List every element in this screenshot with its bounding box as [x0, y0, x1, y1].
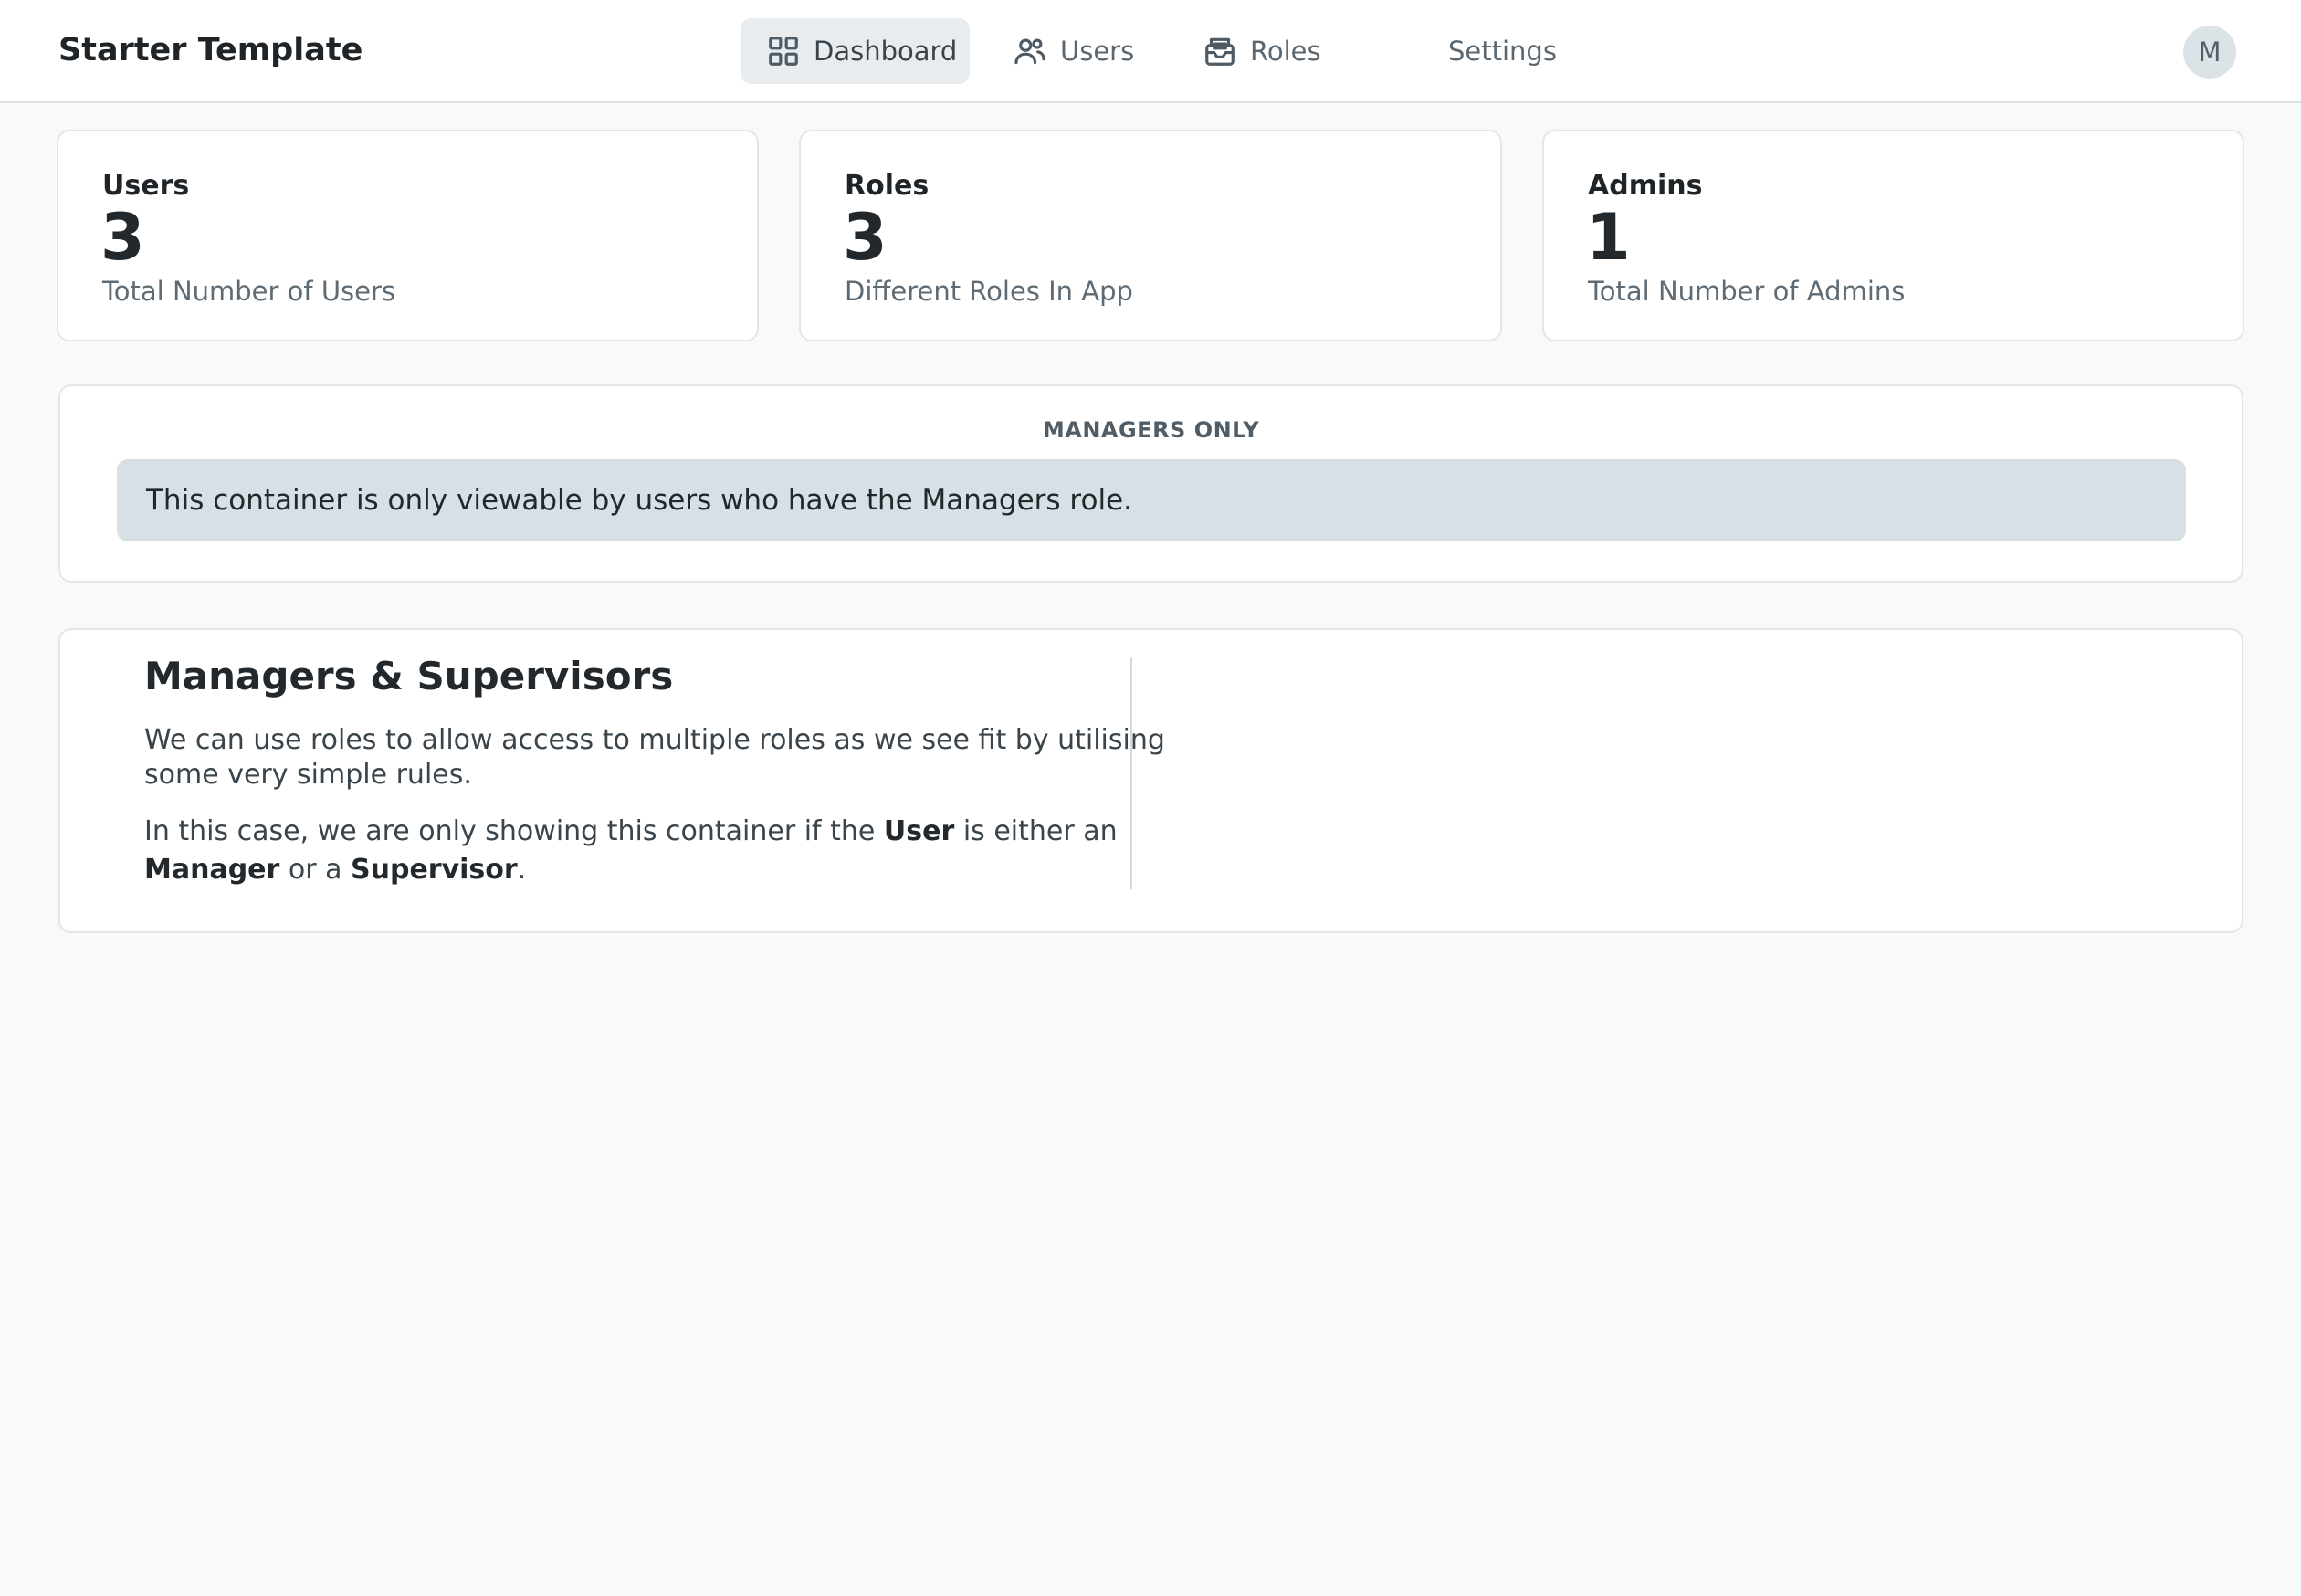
- users-icon: [1013, 34, 1047, 68]
- stat-card-admins: Admins 1 Total Number of Admins: [1542, 130, 2244, 341]
- stat-value: 3: [100, 200, 145, 275]
- nav-item-settings[interactable]: Settings: [1437, 18, 1557, 84]
- stat-card-roles: Roles 3 Different Roles In App: [799, 130, 1502, 341]
- bold-text-manager: Manager: [144, 854, 280, 886]
- stat-title: Users: [102, 170, 190, 202]
- nav-item-label: Dashboard: [814, 36, 958, 67]
- managers-only-notice: This container is only viewable by users…: [117, 459, 2186, 541]
- roles-inbox-icon: [1203, 34, 1237, 68]
- nav-item-label: Users: [1060, 36, 1135, 67]
- stat-card-users: Users 3 Total Number of Users: [57, 130, 759, 341]
- app-title[interactable]: Starter Template: [58, 27, 362, 73]
- stat-title: Admins: [1588, 170, 1703, 202]
- stat-description: Total Number of Admins: [1588, 276, 1906, 307]
- nav-item-roles[interactable]: Roles: [1203, 18, 1330, 84]
- nav-item-label: Settings: [1448, 36, 1557, 67]
- stat-description: Different Roles In App: [845, 276, 1133, 307]
- stat-value: 3: [843, 200, 888, 275]
- bold-text-user: User: [883, 815, 955, 847]
- nav-item-label: Roles: [1250, 36, 1321, 67]
- nav-item-dashboard[interactable]: Dashboard: [741, 18, 970, 84]
- section-label: MANAGERS ONLY: [1042, 417, 1260, 443]
- vertical-divider: [1130, 657, 1132, 889]
- top-navbar: Starter Template Dashboard Users Roles S…: [0, 0, 2301, 103]
- section-title: Managers & Supervisors: [144, 654, 674, 698]
- user-avatar[interactable]: M: [2183, 26, 2236, 79]
- description-paragraph: In this case, we are only showing this c…: [144, 813, 1176, 889]
- text-segment: In this case, we are only showing this c…: [144, 815, 884, 847]
- text-segment: or a: [279, 854, 352, 886]
- dashboard-grid-icon: [766, 34, 801, 68]
- description-paragraph: We can use roles to allow access to mult…: [144, 724, 1165, 791]
- managers-only-container: MANAGERS ONLY This container is only vie…: [58, 384, 2243, 583]
- nav-item-users[interactable]: Users: [1013, 18, 1150, 84]
- stat-description: Total Number of Users: [102, 276, 396, 307]
- stat-title: Roles: [845, 170, 930, 202]
- text-segment: is either an: [954, 815, 1118, 847]
- stat-value: 1: [1586, 200, 1631, 275]
- managers-supervisors-container: Managers & Supervisors We can use roles …: [58, 628, 2243, 933]
- text-segment: .: [517, 854, 527, 886]
- bold-text-supervisor: Supervisor: [351, 854, 518, 886]
